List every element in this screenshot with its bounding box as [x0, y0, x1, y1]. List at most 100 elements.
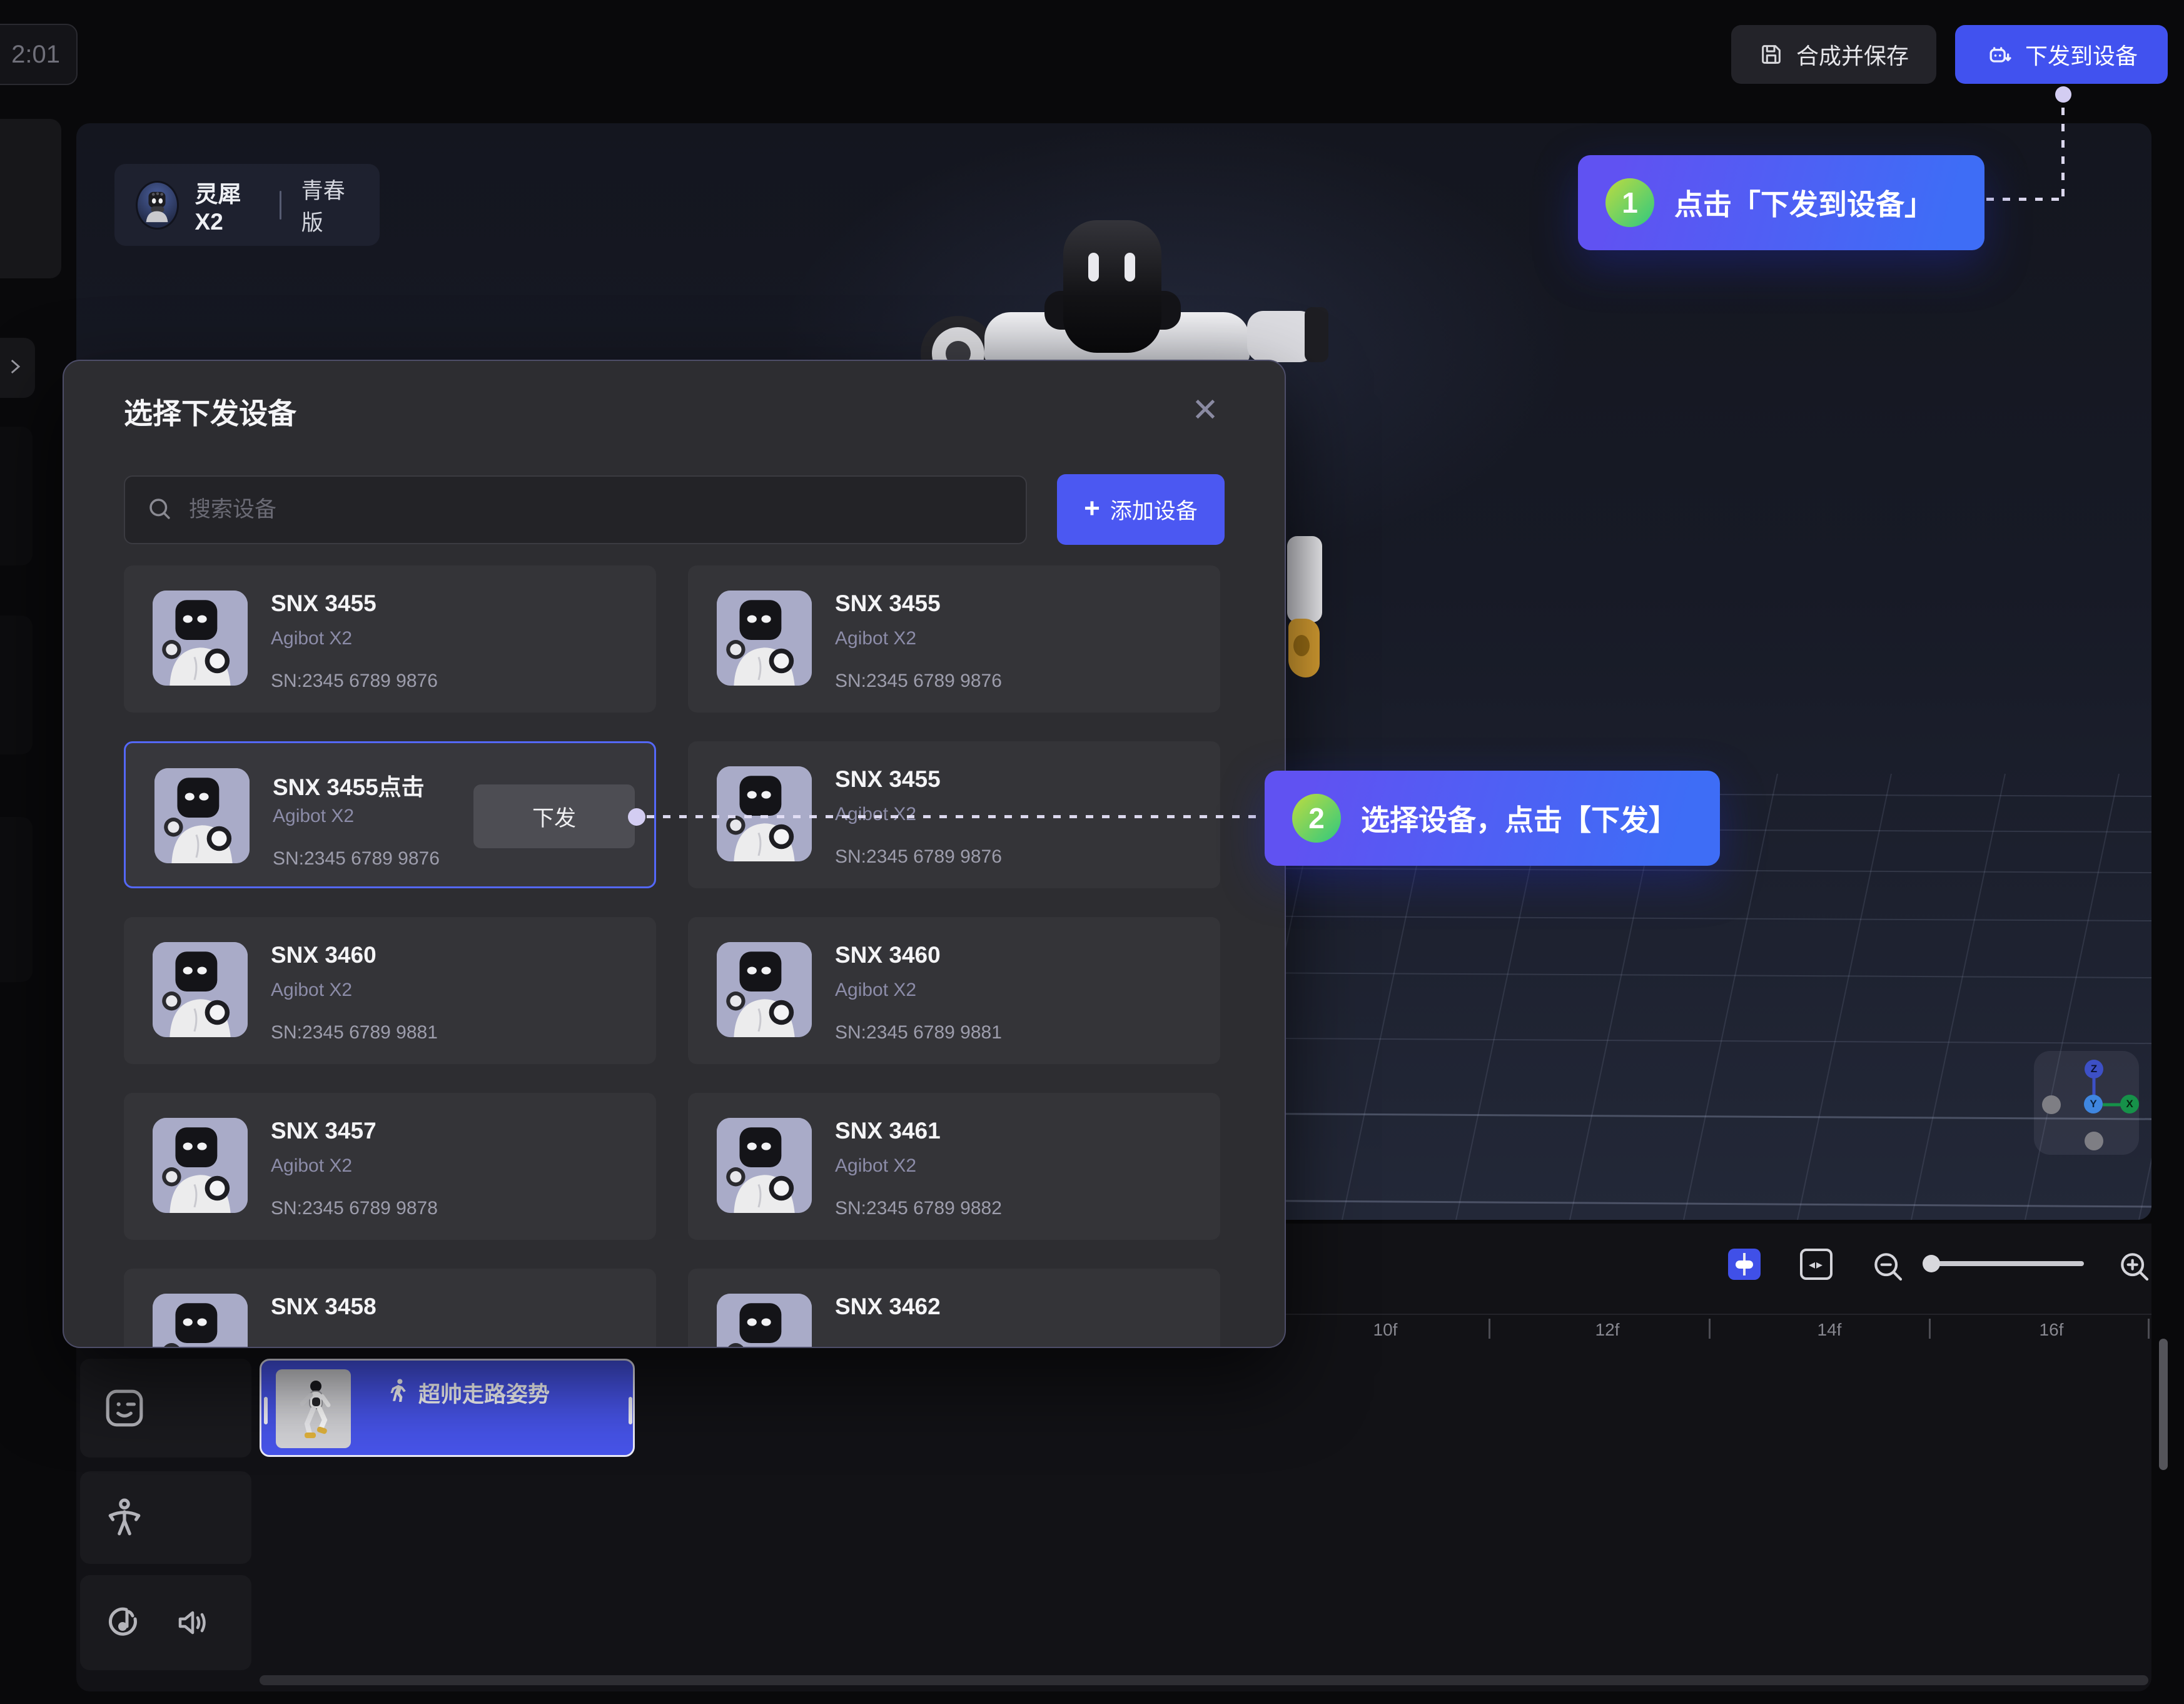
device-name: SNX 3455 [835, 766, 941, 793]
device-model: Agibot X2 [271, 1155, 352, 1177]
device-model: Agibot X2 [271, 980, 352, 1001]
ruler-frame-label: 10f [1348, 1320, 1423, 1340]
ruler-tick [2148, 1319, 2150, 1339]
device-sn: SN:2345 6789 9876 [835, 846, 1002, 868]
clip-trim-handle-right[interactable] [629, 1397, 632, 1424]
app-window: 2:01 合成并保存 下发到设备 [0, 0, 2184, 1704]
ruler-tick [1709, 1319, 1711, 1339]
device-name: SNX 3460 [271, 942, 377, 968]
device-name: SNX 3455 [835, 591, 941, 617]
timeline-zoom-slider[interactable] [1929, 1261, 2084, 1266]
device-grid: SNX 3455Agibot X2SN:2345 6789 9876 SNX 3… [124, 565, 1225, 1348]
device-avatar [717, 942, 812, 1037]
sidebar-panel-top[interactable] [0, 119, 61, 278]
model-edition: 青春版 [301, 173, 358, 237]
clip-trim-handle-left[interactable] [264, 1397, 268, 1424]
device-avatar [717, 1118, 812, 1213]
device-name: SNX 3455 [271, 591, 377, 617]
robot-eye-right [1125, 253, 1135, 281]
track-header-expression[interactable] [80, 1359, 251, 1458]
timecode-box: 2:01 [0, 24, 78, 85]
device-model: Agibot X2 [835, 804, 916, 825]
step-1-text: 点击「下发到设备」 [1674, 182, 1933, 223]
device-card[interactable]: SNX 3460 Agibot X2 SN:2345 6789 9881 [124, 917, 656, 1064]
ruler-frame-label: 14f [1792, 1320, 1867, 1340]
ruler-frame-label: 16f [2014, 1320, 2089, 1340]
track-header-audio[interactable] [80, 1575, 251, 1670]
timeline-zoom-slider-handle[interactable] [1923, 1255, 1940, 1272]
robot-eye-left [1088, 253, 1099, 281]
timeline-clip-pose[interactable]: 超帅走路姿势 [260, 1359, 635, 1457]
robot-right-forearm [1287, 536, 1322, 622]
save-button[interactable]: 合成并保存 [1731, 25, 1936, 84]
robot-gripper [1288, 619, 1320, 677]
ruler-frame-label: 12f [1570, 1320, 1645, 1340]
device-avatar [717, 591, 812, 686]
walking-person-icon [388, 1378, 410, 1407]
device-avatar [153, 1118, 248, 1213]
keyframe-panel-toggle[interactable] [1728, 1249, 1761, 1280]
ruler-tick [1489, 1319, 1490, 1339]
device-name: SNX 3461 [835, 1118, 941, 1144]
axis-z-handle[interactable]: Z [2085, 1060, 2103, 1078]
sidebar-thumbnail-3[interactable] [0, 817, 33, 982]
timeline-vertical-scrollbar[interactable] [2159, 1339, 2168, 1470]
zoom-out-icon[interactable] [1870, 1249, 1905, 1287]
device-card[interactable]: SNX 3460Agibot X2SN:2345 6789 9881 [688, 917, 1220, 1064]
device-name: SNX 3455点击 [273, 768, 425, 802]
device-model: Agibot X2 [835, 1155, 916, 1177]
device-avatar [154, 768, 250, 863]
guide-step-2: 2 选择设备，点击【下发】 [1265, 771, 1720, 866]
deploy-button-label: 下发到设备 [2025, 38, 2138, 71]
guide1-connector-horizontal [1986, 198, 2064, 201]
deploy-to-device-button[interactable]: 下发到设备 [1955, 25, 2168, 84]
axis-y-handle[interactable]: Y [2084, 1095, 2103, 1113]
device-sn: SN:2345 6789 9876 [271, 671, 438, 692]
model-name: 灵犀X2 [195, 175, 260, 235]
device-card[interactable]: SNX 3462 [688, 1269, 1220, 1348]
search-input[interactable] [188, 497, 1004, 523]
step-1-badge: 1 [1605, 178, 1654, 227]
axis-gizmo[interactable]: Z Y X [2034, 1051, 2139, 1155]
axis-x-handle[interactable]: X [2120, 1095, 2139, 1113]
guide1-connector-vertical [2061, 108, 2065, 199]
timeline-horizontal-scrollbar[interactable] [260, 1675, 2148, 1685]
model-avatar [136, 181, 179, 230]
clip-label: 超帅走路姿势 [418, 1377, 550, 1409]
sidebar-expand-button[interactable] [0, 338, 35, 398]
speaker-icon [178, 1609, 208, 1636]
device-card[interactable]: SNX 3461Agibot X2SN:2345 6789 9882 [688, 1093, 1220, 1240]
device-sn: SN:2345 6789 9881 [271, 1022, 438, 1043]
device-card[interactable]: SNX 3455Agibot X2SN:2345 6789 9876 [124, 565, 656, 713]
device-sn: SN:2345 6789 9876 [835, 671, 1002, 692]
device-sn: SN:2345 6789 9876 [273, 848, 440, 870]
device-avatar [153, 942, 248, 1037]
save-button-label: 合成并保存 [1796, 38, 1909, 71]
fit-width-icon[interactable]: ◂▸ [1800, 1249, 1833, 1280]
modal-title: 选择下发设备 [124, 391, 296, 432]
device-name: SNX 3458 [271, 1294, 377, 1320]
device-sn: SN:2345 6789 9878 [271, 1198, 438, 1219]
guide-step-1: 1 点击「下发到设备」 [1578, 155, 1984, 250]
deploy-device-button[interactable]: 下发 [473, 784, 635, 848]
sidebar-thumbnail-2[interactable] [0, 616, 33, 754]
device-avatar [717, 1294, 812, 1348]
device-card[interactable]: SNX 3455点击Agibot X2SN:2345 6789 9876下发 [124, 741, 656, 888]
device-name: SNX 3460 [835, 942, 941, 968]
close-icon[interactable]: ✕ [1183, 388, 1227, 432]
step-2-badge: 2 [1292, 794, 1341, 843]
robot-head [1063, 220, 1161, 353]
device-name: SNX 3457 [271, 1118, 377, 1144]
zoom-in-icon[interactable] [2116, 1249, 2151, 1287]
add-device-button[interactable]: + 添加设备 [1057, 474, 1225, 545]
device-avatar [717, 766, 812, 861]
device-search[interactable] [124, 475, 1027, 544]
select-device-modal: 选择下发设备 ✕ + 添加设备 SNX 3455Agibot X2SN:2345… [63, 360, 1286, 1348]
device-card[interactable]: SNX 3458 [124, 1269, 656, 1348]
sidebar-thumbnail-1[interactable] [0, 427, 33, 565]
robot-download-icon [1985, 41, 2013, 68]
device-card[interactable]: SNX 3455Agibot X2SN:2345 6789 9876 [688, 565, 1220, 713]
device-card[interactable]: SNX 3457 Agibot X2 SN:2345 6789 9878 [124, 1093, 656, 1240]
track-header-pose[interactable] [80, 1471, 251, 1564]
model-badge: 灵犀X2 青春版 [114, 164, 380, 246]
